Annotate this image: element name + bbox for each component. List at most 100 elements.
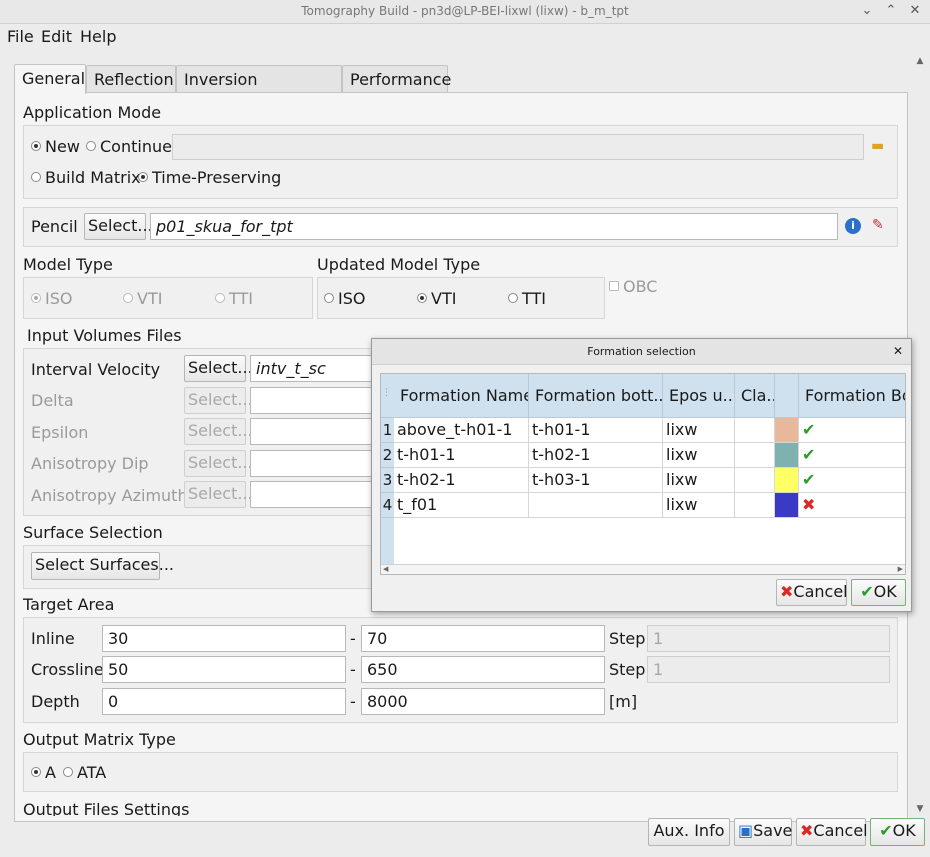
anisotropy-azimuth-field[interactable] (250, 481, 380, 508)
updated-vti-radio[interactable]: VTI (417, 289, 456, 308)
class-cell[interactable] (735, 418, 775, 443)
anisotropy-dip-select-button: Select... (184, 450, 253, 477)
scroll-down-icon[interactable]: ▼ (913, 804, 927, 814)
pencil-select-button[interactable]: Select... (84, 213, 153, 240)
radio-dot (31, 172, 41, 182)
formation-bottom-cell[interactable]: t-h01-1 (529, 418, 663, 443)
epos-user-cell[interactable]: lixw (663, 493, 735, 518)
color-swatch[interactable] (775, 443, 799, 468)
col-color[interactable] (775, 374, 799, 418)
radio-build-matrix[interactable]: Build Matrix (31, 168, 141, 187)
tab-performance[interactable]: Performance (342, 65, 451, 93)
epsilon-field[interactable] (250, 418, 380, 445)
model-iso-label: ISO (45, 289, 73, 308)
row-number[interactable]: 2 (381, 443, 394, 468)
save-button[interactable]: ▣Save (734, 818, 792, 846)
inline-from-field[interactable]: 30 (102, 625, 346, 652)
dialog-cancel-button[interactable]: ✖Cancel (776, 579, 848, 606)
tab-general[interactable]: General (14, 64, 86, 94)
class-cell[interactable] (735, 493, 775, 518)
color-swatch[interactable] (775, 493, 799, 518)
inline-to-field[interactable]: 70 (361, 625, 605, 652)
formation-name-cell[interactable]: t-h02-1 (394, 468, 529, 493)
radio-ata[interactable]: ATA (63, 763, 106, 782)
formation-bottom-cell[interactable]: t-h03-1 (529, 468, 663, 493)
formation-name-cell[interactable]: t-h01-1 (394, 443, 529, 468)
dialog-ok-button[interactable]: ✔OK (851, 579, 906, 606)
menu-file[interactable]: File (7, 27, 34, 46)
checkbox-box (609, 281, 619, 291)
updated-iso-radio[interactable]: ISO (324, 289, 365, 308)
main-scrollbar[interactable]: ▲ ▼ (913, 56, 927, 816)
ok-button[interactable]: ✔OK (870, 818, 925, 846)
scroll-up-icon[interactable]: ▲ (913, 56, 927, 66)
depth-to-field[interactable]: 8000 (361, 688, 605, 715)
updated-tti-radio[interactable]: TTI (508, 289, 546, 308)
depth-from-field[interactable]: 0 (102, 688, 346, 715)
color-swatch[interactable] (775, 418, 799, 443)
menu-bar: File Edit Help (0, 24, 930, 50)
class-cell[interactable] (735, 443, 775, 468)
tab-reflection[interactable]: Reflection (86, 65, 176, 93)
row-number[interactable]: 4 (381, 493, 394, 518)
class-cell[interactable] (735, 468, 775, 493)
row-number[interactable]: 1 (381, 418, 394, 443)
delta-field[interactable] (250, 387, 380, 414)
formation-name-cell[interactable]: t_f01 (394, 493, 529, 518)
edit-pencil-icon[interactable]: ✎ (872, 217, 884, 233)
tab-inversion-parameters[interactable]: Inversion Parameters (176, 65, 342, 108)
col-epos-user[interactable]: Epos u... (663, 374, 735, 418)
scroll-left-icon[interactable]: ◀ (383, 565, 388, 573)
select-all-corner-icon[interactable]: ⋮ (381, 374, 395, 418)
close-window-icon[interactable]: ✕ (906, 3, 924, 18)
check-icon[interactable]: ✔ (799, 443, 905, 468)
check-icon[interactable]: ✔ (799, 418, 905, 443)
updated-vti-label: VTI (431, 289, 457, 308)
color-swatch[interactable] (775, 468, 799, 493)
menu-edit[interactable]: Edit (41, 27, 72, 46)
crossline-to-field[interactable]: 650 (361, 656, 605, 683)
maximize-icon[interactable]: ⌃ (882, 3, 900, 18)
row-number[interactable]: 3 (381, 468, 394, 493)
col-formation-name[interactable]: Formation Name (394, 374, 529, 418)
menu-help[interactable]: Help (80, 27, 116, 46)
epos-user-cell[interactable]: lixw (663, 418, 735, 443)
ok-label: OK (892, 821, 916, 840)
info-icon[interactable]: i (845, 218, 861, 234)
model-tti-radio: TTI (215, 289, 253, 308)
formation-bottom-cell[interactable] (529, 493, 663, 518)
updated-tti-label: TTI (522, 289, 546, 308)
cancel-button[interactable]: ✖Cancel (796, 818, 868, 846)
dialog-close-icon[interactable]: ✕ (893, 344, 903, 358)
inline-step-label: Step (609, 629, 646, 648)
select-surfaces-button[interactable]: Select Surfaces... (31, 552, 174, 580)
scroll-right-icon[interactable]: ▶ (898, 565, 903, 573)
inline-label: Inline (31, 629, 75, 648)
radio-dot (31, 767, 41, 777)
col-formation-bottom[interactable]: Formation bott... (529, 374, 663, 418)
interval-velocity-field[interactable]: intv_t_sc (250, 355, 380, 382)
radio-dot (31, 293, 41, 303)
col-formation-bot[interactable]: Formation Bot (799, 374, 905, 418)
anisotropy-dip-field[interactable] (250, 450, 380, 477)
formation-name-cell[interactable]: above_t-h01-1 (394, 418, 529, 443)
minimize-icon[interactable]: ⌄ (858, 3, 876, 18)
radio-new[interactable]: New (31, 137, 80, 156)
epos-user-cell[interactable]: lixw (663, 443, 735, 468)
dialog-ok-label: OK (873, 582, 897, 601)
col-class[interactable]: Cla... (735, 374, 775, 418)
check-icon[interactable]: ✔ (799, 468, 905, 493)
interval-velocity-select-button[interactable]: Select... (184, 355, 253, 382)
radio-continue[interactable]: Continue (86, 137, 172, 156)
folder-icon[interactable]: ▬ (871, 138, 884, 154)
inline-step-field: 1 (647, 625, 890, 652)
cross-icon[interactable]: ✖ (799, 493, 905, 518)
table-hscrollbar[interactable]: ◀ ▶ (381, 564, 905, 574)
radio-time-preserving[interactable]: Time-Preserving (138, 168, 281, 187)
radio-a[interactable]: A (31, 763, 56, 782)
formation-bottom-cell[interactable]: t-h02-1 (529, 443, 663, 468)
pencil-field[interactable]: p01_skua_for_tpt (150, 213, 838, 240)
crossline-from-field[interactable]: 50 (102, 656, 346, 683)
epos-user-cell[interactable]: lixw (663, 468, 735, 493)
aux-info-button[interactable]: Aux. Info (648, 818, 730, 846)
